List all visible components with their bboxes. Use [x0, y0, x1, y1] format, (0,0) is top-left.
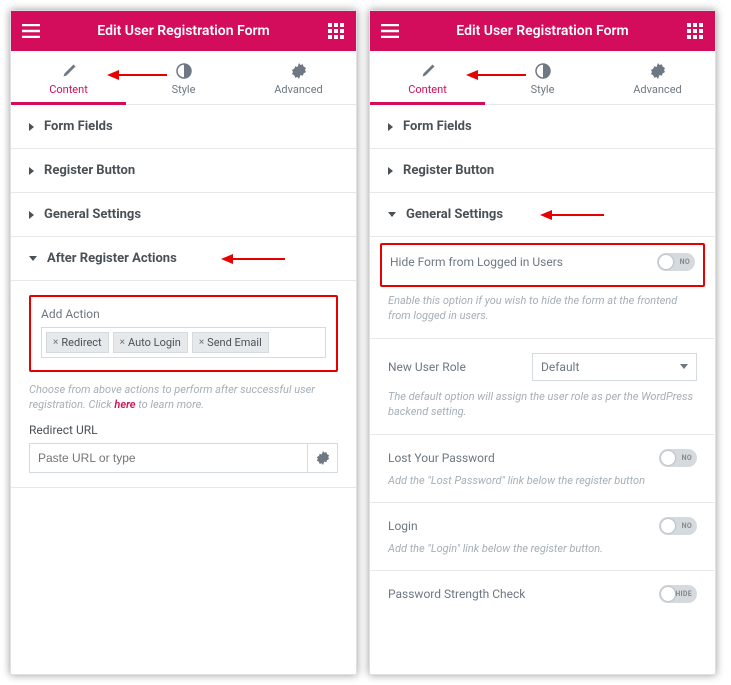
- toggle-lost-password[interactable]: NO: [659, 449, 697, 467]
- section-general-settings[interactable]: General Settings: [370, 193, 715, 237]
- toggle-login[interactable]: NO: [659, 517, 697, 535]
- section-label: General Settings: [44, 207, 141, 222]
- section-label: After Register Actions: [47, 251, 177, 266]
- tab-label: Style: [531, 83, 555, 96]
- caret-down-icon: [388, 212, 396, 217]
- setting-label: Lost Your Password: [388, 451, 495, 465]
- section-register-button[interactable]: Register Button: [11, 149, 356, 193]
- close-icon[interactable]: ×: [53, 337, 58, 348]
- tab-label: Content: [408, 83, 447, 96]
- close-icon[interactable]: ×: [199, 337, 204, 348]
- redirect-url-input[interactable]: [29, 443, 308, 473]
- tag-redirect[interactable]: ×Redirect: [46, 332, 109, 353]
- field-label: Add Action: [41, 307, 326, 321]
- setting-hide-form: Hide Form from Logged in Users NO Enable…: [370, 237, 715, 339]
- help-link[interactable]: here: [114, 398, 135, 411]
- tab-label: Advanced: [633, 83, 681, 96]
- setting-new-user-role: New User Role Default The default option…: [370, 339, 715, 435]
- section-label: Register Button: [403, 163, 494, 178]
- header-title: Edit User Registration Form: [400, 23, 685, 39]
- field-label: Redirect URL: [29, 423, 338, 437]
- tab-advanced[interactable]: Advanced: [600, 51, 715, 104]
- section-form-fields[interactable]: Form Fields: [370, 105, 715, 149]
- grid-icon[interactable]: [326, 21, 346, 41]
- tab-content[interactable]: Content: [370, 51, 485, 104]
- contrast-icon: [176, 63, 192, 79]
- setting-password-strength: Password Strength Check HIDE: [370, 571, 715, 623]
- header-bar: Edit User Registration Form: [370, 11, 715, 51]
- help-text: Choose from above actions to perform aft…: [29, 382, 338, 413]
- section-after-register[interactable]: After Register Actions: [11, 237, 356, 281]
- tab-advanced[interactable]: Advanced: [241, 51, 356, 104]
- section-general-settings[interactable]: General Settings: [11, 193, 356, 237]
- hamburger-icon[interactable]: [21, 21, 41, 41]
- tag-auto-login[interactable]: ×Auto Login: [113, 332, 188, 353]
- hamburger-icon[interactable]: [380, 21, 400, 41]
- gear-icon: [650, 63, 666, 79]
- setting-lost-password: Lost Your Password NO Add the "Lost Pass…: [370, 435, 715, 503]
- grid-icon[interactable]: [685, 21, 705, 41]
- setting-label: Login: [388, 519, 418, 533]
- setting-label: Hide Form from Logged in Users: [390, 255, 563, 269]
- toggle-hide-form[interactable]: NO: [657, 253, 695, 271]
- close-icon[interactable]: ×: [120, 337, 125, 348]
- tab-label: Content: [49, 83, 88, 96]
- caret-right-icon: [29, 123, 34, 131]
- caret-down-icon: [29, 256, 37, 261]
- action-tag-input[interactable]: ×Redirect ×Auto Login ×Send Email: [41, 327, 326, 358]
- section-label: Register Button: [44, 163, 135, 178]
- help-text: Add the "Lost Password" link below the r…: [388, 473, 697, 488]
- tabs: Content Style Advanced: [11, 51, 356, 105]
- tab-style[interactable]: Style: [126, 51, 241, 104]
- toggle-password-strength[interactable]: HIDE: [659, 585, 697, 603]
- section-label: Form Fields: [44, 119, 113, 134]
- tabs: Content Style Advanced: [370, 51, 715, 105]
- caret-right-icon: [388, 167, 393, 175]
- chevron-down-icon: [680, 364, 688, 369]
- setting-label: Password Strength Check: [388, 587, 525, 601]
- highlight-box: Hide Form from Logged in Users NO: [380, 243, 705, 287]
- help-text: The default option will assign the user …: [388, 389, 697, 420]
- after-register-content: Add Action ×Redirect ×Auto Login ×Send E…: [11, 281, 356, 488]
- section-form-fields[interactable]: Form Fields: [11, 105, 356, 149]
- gear-icon: [316, 451, 330, 465]
- section-label: Form Fields: [403, 119, 472, 134]
- tab-style[interactable]: Style: [485, 51, 600, 104]
- select-new-user-role[interactable]: Default: [532, 353, 697, 381]
- setting-label: New User Role: [388, 360, 466, 374]
- header-title: Edit User Registration Form: [41, 23, 326, 39]
- setting-login: Login NO Add the "Login" link below the …: [370, 503, 715, 571]
- section-label: General Settings: [406, 207, 503, 222]
- contrast-icon: [535, 63, 551, 79]
- tag-send-email[interactable]: ×Send Email: [192, 332, 269, 353]
- caret-right-icon: [388, 123, 393, 131]
- url-options-button[interactable]: [308, 443, 338, 473]
- help-text: Add the "Login" link below the register …: [388, 541, 697, 556]
- help-text: Enable this option if you wish to hide t…: [388, 293, 697, 324]
- tab-label: Advanced: [274, 83, 322, 96]
- caret-right-icon: [29, 167, 34, 175]
- header-bar: Edit User Registration Form: [11, 11, 356, 51]
- tab-content[interactable]: Content: [11, 51, 126, 104]
- pencil-icon: [61, 63, 77, 79]
- section-register-button[interactable]: Register Button: [370, 149, 715, 193]
- tab-label: Style: [172, 83, 196, 96]
- gear-icon: [291, 63, 307, 79]
- caret-right-icon: [29, 211, 34, 219]
- pencil-icon: [420, 63, 436, 79]
- add-action-box: Add Action ×Redirect ×Auto Login ×Send E…: [29, 295, 338, 372]
